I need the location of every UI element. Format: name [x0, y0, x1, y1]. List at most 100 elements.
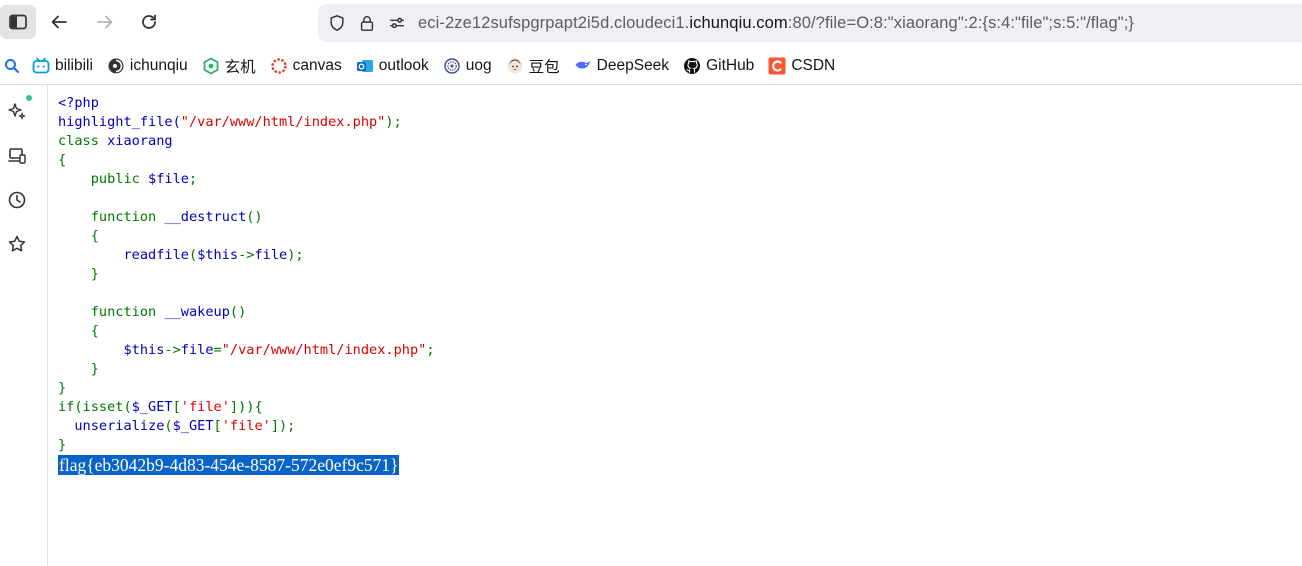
url-host: ichunqiu.com — [689, 13, 788, 32]
sparkle-icon — [8, 103, 27, 121]
bookmarks-bar: bilibili ichunqiu 玄机 canvas outlook uog … — [0, 48, 1302, 85]
code-token: ); — [385, 114, 402, 130]
code-token: [ — [213, 418, 222, 434]
address-bar[interactable]: eci-2ze12sufspgrpapt2i5d.cloudeci1.ichun… — [318, 4, 1302, 42]
site-permissions-icon[interactable] — [386, 12, 408, 34]
forward-button[interactable] — [88, 5, 122, 39]
bookmark-deepseek[interactable]: DeepSeek — [574, 57, 669, 75]
code-token: ])){ — [229, 399, 263, 415]
search-icon[interactable] — [4, 58, 20, 74]
canvas-icon — [270, 58, 287, 74]
code-token: } — [58, 266, 99, 282]
url-prefix: eci-2ze12sufspgrpapt2i5d.cloudeci1. — [418, 13, 690, 32]
outlook-icon — [356, 60, 373, 72]
code-token: 'file' — [180, 399, 230, 415]
code-token: } — [58, 437, 67, 453]
reload-button[interactable] — [132, 5, 166, 39]
lock-icon[interactable] — [356, 12, 378, 34]
bookmarks-button[interactable] — [5, 232, 29, 256]
bookmark-outlook[interactable]: outlook — [356, 57, 429, 75]
bookmark-uog[interactable]: uog — [443, 57, 492, 75]
code-token: public — [58, 171, 149, 187]
code-token: if(isset( — [58, 399, 132, 415]
code-token: $this — [197, 247, 239, 263]
bookmark-bilibili[interactable]: bilibili — [32, 57, 93, 75]
csdn-icon — [768, 57, 786, 75]
bookmark-label: GitHub — [706, 57, 755, 74]
code-token: function — [58, 304, 165, 320]
synced-tabs-icon — [8, 148, 26, 164]
deepseek-icon — [575, 61, 590, 69]
arrow-left-icon — [51, 15, 67, 29]
history-button[interactable] — [5, 188, 29, 212]
bookmark-label: CSDN — [791, 57, 836, 74]
url-text[interactable]: eci-2ze12sufspgrpapt2i5d.cloudeci1.ichun… — [418, 14, 1134, 33]
php-source-code: <?php highlight_file("/var/www/html/inde… — [58, 94, 435, 455]
bookmark-xuanji[interactable]: 玄机 — [202, 55, 256, 77]
arrow-right-icon — [97, 15, 113, 29]
bookmark-label: canvas — [292, 57, 342, 74]
bookmark-doubao[interactable]: 豆包 — [506, 55, 560, 77]
code-token: __destruct — [164, 209, 247, 225]
bookmark-label: 玄机 — [224, 59, 256, 76]
code-token: highlight_file( — [58, 114, 181, 130]
bookmark-label: bilibili — [55, 57, 93, 74]
code-token: ( — [188, 247, 198, 263]
bookmark-label: 豆包 — [528, 59, 560, 76]
ichunqiu-icon — [108, 58, 124, 74]
back-button[interactable] — [42, 5, 76, 39]
notification-dot — [26, 95, 32, 101]
code-token: $this — [123, 342, 165, 358]
code-token: $_GET — [131, 399, 173, 415]
code-token: { — [58, 323, 99, 339]
sidebar-toggle-button[interactable] — [0, 5, 36, 39]
bookmark-csdn[interactable]: CSDN — [768, 57, 835, 75]
bookmark-ichunqiu[interactable]: ichunqiu — [107, 57, 188, 75]
code-token: () — [246, 209, 263, 225]
bookmark-github[interactable]: GitHub — [683, 57, 754, 75]
code-token: "/var/www/html/index.php" — [180, 114, 386, 130]
ai-chatbot-button[interactable] — [5, 99, 29, 123]
sidebar-icon — [9, 14, 27, 30]
synced-tabs-button[interactable] — [5, 144, 29, 168]
code-token: -> — [238, 247, 255, 263]
bilibili-icon — [32, 57, 50, 74]
code-token: $_GET — [172, 418, 214, 434]
clock-icon — [8, 191, 26, 209]
code-token: file — [254, 247, 288, 263]
code-token: ]); — [270, 418, 296, 434]
code-token: () — [229, 304, 247, 320]
code-token: unserialize — [74, 418, 165, 434]
star-icon — [8, 235, 26, 252]
code-token: ( — [164, 418, 173, 434]
code-token: [ — [172, 399, 181, 415]
code-token: "/var/www/html/index.php" — [221, 342, 427, 358]
code-token: ); — [287, 247, 304, 263]
code-token: $file — [148, 171, 189, 187]
code-token: xiaorang — [107, 133, 173, 149]
code-token: { — [58, 228, 99, 244]
url-suffix: :80/?file=O:8:"xiaorang":2:{s:4:"file";s… — [787, 13, 1135, 32]
reload-icon — [142, 14, 156, 29]
code-token: -> — [164, 342, 181, 358]
github-icon — [684, 58, 701, 74]
bookmark-label: outlook — [378, 57, 429, 74]
flag-output[interactable]: flag{eb3042b9-4d83-454e-8587-572e0ef9c57… — [58, 455, 400, 475]
bookmark-label: DeepSeek — [596, 57, 670, 74]
code-token: } — [58, 361, 99, 377]
code-token: = — [213, 342, 222, 358]
code-token: { — [58, 152, 67, 168]
xuanji-icon — [203, 57, 219, 75]
tracking-protection-icon[interactable] — [326, 12, 348, 34]
bookmark-canvas[interactable]: canvas — [270, 57, 342, 75]
bookmark-label: ichunqiu — [129, 57, 188, 74]
code-token: 'file' — [221, 418, 271, 434]
code-token: __wakeup — [164, 304, 230, 320]
code-token: class — [58, 133, 108, 149]
bookmark-label: uog — [465, 57, 492, 74]
browser-toolbar: eci-2ze12sufspgrpapt2i5d.cloudeci1.ichun… — [0, 0, 1302, 46]
code-token: readfile — [123, 247, 189, 263]
uog-icon — [444, 58, 460, 74]
code-token: } — [58, 380, 67, 396]
